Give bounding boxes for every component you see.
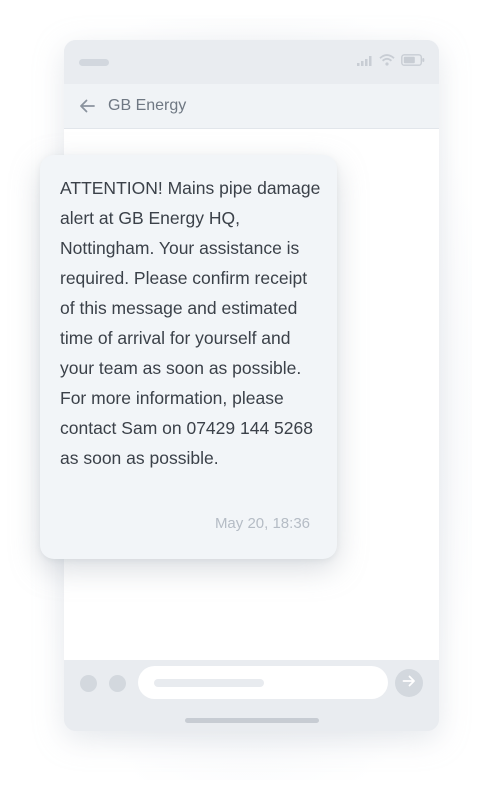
message-bubble: ATTENTION! Mains pipe damage alert at GB…: [40, 155, 337, 559]
signal-icon: [357, 53, 373, 71]
message-text: ATTENTION! Mains pipe damage alert at GB…: [60, 178, 321, 468]
composer-option-2[interactable]: [109, 675, 126, 692]
send-arrow-icon: [402, 674, 416, 693]
message-timestamp: May 20, 18:36: [214, 515, 310, 532]
wifi-icon: [379, 53, 395, 71]
chat-title: GB Energy: [108, 97, 187, 114]
composer-bar: [64, 660, 439, 731]
status-bar: [64, 40, 439, 84]
message-input-placeholder: [154, 679, 264, 687]
message-input[interactable]: [138, 666, 388, 699]
home-indicator[interactable]: [185, 718, 319, 723]
composer-option-1[interactable]: [80, 675, 97, 692]
battery-icon: [401, 53, 425, 71]
stage: GB Energy ATTENTION! Mains pipe damage a…: [0, 0, 503, 795]
chat-header: GB Energy: [64, 84, 439, 129]
status-icons: [357, 53, 425, 71]
status-bar-placeholder: [79, 59, 109, 66]
back-arrow-icon[interactable]: [78, 97, 96, 115]
send-button[interactable]: [395, 669, 423, 697]
